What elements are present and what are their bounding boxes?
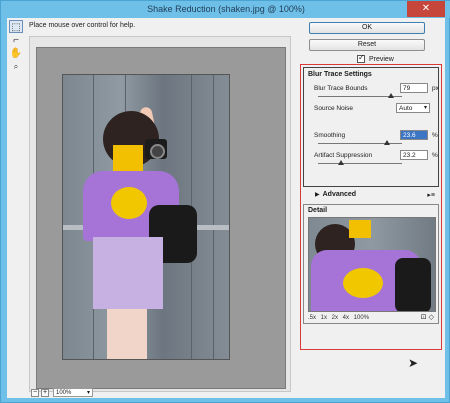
artifact-suppression-input[interactable]: 23.2 bbox=[400, 150, 428, 160]
chevron-down-icon: ▾ bbox=[86, 390, 90, 396]
blur-trace-bounds-slider[interactable] bbox=[318, 93, 402, 98]
smoothing-label: Smoothing bbox=[314, 132, 346, 139]
blur-trace-title: Blur Trace Settings bbox=[308, 71, 372, 78]
advanced-toggle[interactable]: ▶ Advanced bbox=[315, 191, 356, 198]
slider-thumb[interactable] bbox=[388, 93, 394, 98]
triangle-right-icon: ▶ bbox=[315, 192, 320, 198]
zoom-tool-icon[interactable]: ⌕ bbox=[9, 60, 23, 73]
artifact-suppression-unit: % bbox=[432, 152, 438, 159]
smoothing-unit: % bbox=[432, 132, 438, 139]
help-text: Place mouse over control for help. bbox=[29, 22, 136, 29]
blur-trace-bounds-input[interactable]: 79 bbox=[400, 83, 428, 93]
detail-zoom-levels[interactable]: .5x 1x 2x 4x 100% bbox=[308, 315, 369, 321]
close-button[interactable]: ✕ bbox=[407, 1, 445, 17]
zoom-out-button[interactable]: − bbox=[31, 389, 39, 397]
blur-trace-settings: Blur Trace Settings Blur Trace Bounds 79… bbox=[303, 67, 439, 187]
ok-button[interactable]: OK bbox=[309, 22, 425, 34]
dialog-window: Shake Reduction (shaken.jpg @ 100%) ✕ ⬚ … bbox=[0, 0, 450, 403]
reset-button[interactable]: Reset bbox=[309, 39, 425, 51]
artifact-suppression-slider[interactable] bbox=[318, 160, 402, 165]
detail-panel: Detail .5x 1x 2x 4x 100% ⊡ ◇ bbox=[303, 204, 439, 324]
artifact-suppression-label: Artifact Suppression bbox=[314, 152, 373, 159]
window-title: Shake Reduction (shaken.jpg @ 100%) bbox=[147, 4, 305, 14]
zoom-select[interactable]: 100% ▾ bbox=[53, 388, 93, 397]
source-noise-value: Auto bbox=[399, 105, 413, 112]
zoom-bar: − + 100% ▾ bbox=[29, 388, 291, 398]
slider-thumb[interactable] bbox=[338, 160, 344, 165]
brush-tool-icon[interactable]: ⌐ bbox=[9, 34, 23, 47]
title-bar: Shake Reduction (shaken.jpg @ 100%) ✕ bbox=[1, 1, 450, 18]
preview-area[interactable] bbox=[29, 36, 291, 392]
dialog-client: ⬚ ⌐ ✋ ⌕ Place mouse over control for hel… bbox=[7, 18, 445, 398]
canvas-frame bbox=[36, 47, 286, 389]
slider-thumb[interactable] bbox=[384, 140, 390, 145]
chevron-down-icon: ▾ bbox=[423, 105, 427, 111]
marquee-tool-icon[interactable]: ⬚ bbox=[9, 20, 23, 33]
tool-palette: ⬚ ⌐ ✋ ⌕ bbox=[7, 18, 27, 78]
checkbox-icon[interactable] bbox=[357, 53, 365, 63]
mouse-cursor-icon: ➤ bbox=[408, 356, 419, 370]
smoothing-slider[interactable] bbox=[318, 140, 402, 145]
blur-trace-bounds-unit: px bbox=[432, 85, 439, 92]
detail-loupe-image[interactable] bbox=[308, 217, 436, 312]
panel-menu-icon[interactable]: ▸≡ bbox=[427, 191, 435, 199]
source-noise-select[interactable]: Auto ▾ bbox=[396, 103, 430, 113]
settings-panel: OK Reset Preview Blur Trace Settings Blu… bbox=[297, 18, 445, 398]
preview-image[interactable] bbox=[62, 74, 230, 360]
source-noise-label: Source Noise bbox=[314, 105, 354, 112]
zoom-in-button[interactable]: + bbox=[41, 389, 49, 397]
smoothing-input[interactable]: 23.6 bbox=[400, 130, 428, 140]
preview-checkbox[interactable]: Preview bbox=[357, 53, 394, 63]
zoom-value: 100% bbox=[56, 390, 72, 396]
advanced-label: Advanced bbox=[322, 191, 357, 198]
detail-tools-icon[interactable]: ⊡ ◇ bbox=[421, 313, 434, 321]
preview-label: Preview bbox=[368, 55, 394, 63]
detail-label: Detail bbox=[308, 207, 328, 214]
hand-tool-icon[interactable]: ✋ bbox=[9, 47, 23, 60]
blur-trace-bounds-label: Blur Trace Bounds bbox=[314, 85, 368, 92]
